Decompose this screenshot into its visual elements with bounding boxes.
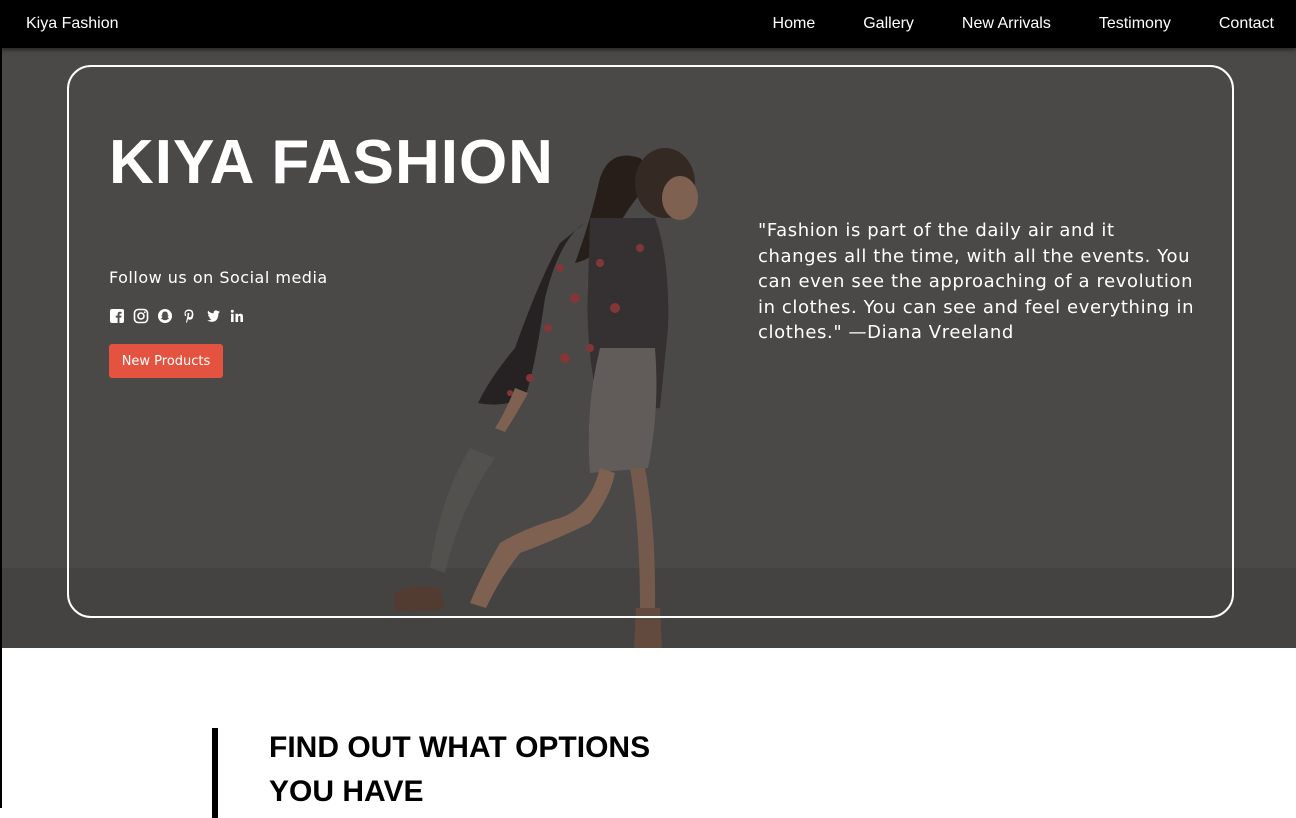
pinterest-icon[interactable]	[181, 308, 197, 324]
nav-link-home[interactable]: Home	[773, 15, 816, 33]
new-products-button[interactable]: New Products	[109, 344, 223, 378]
top-navbar: Kiya Fashion Home Gallery New Arrivals T…	[0, 0, 1296, 48]
options-heading: FIND OUT WHAT OPTIONS YOU HAVE	[269, 731, 651, 808]
nav-link-testimony[interactable]: Testimony	[1099, 15, 1171, 33]
hero-title: KIYA FASHION	[109, 128, 554, 197]
hero-section: KIYA FASHION Follow us on Social media N…	[0, 48, 1296, 648]
brand-link[interactable]: Kiya Fashion	[26, 15, 119, 33]
linkedin-icon[interactable]	[229, 308, 245, 324]
nav-link-new-arrivals[interactable]: New Arrivals	[962, 15, 1051, 33]
instagram-icon[interactable]	[133, 308, 149, 324]
nav-link-contact[interactable]: Contact	[1219, 15, 1274, 33]
fashion-quote: "Fashion is part of the daily air and it…	[758, 220, 1195, 343]
hero-card: KIYA FASHION Follow us on Social media N…	[67, 65, 1234, 618]
window-frame-left	[0, 0, 2, 808]
snapchat-icon[interactable]	[157, 308, 173, 324]
heading-accent-bar	[212, 728, 218, 818]
social-icons-row	[109, 308, 245, 324]
follow-us-label: Follow us on Social media	[109, 268, 328, 287]
facebook-icon[interactable]	[109, 308, 125, 324]
nav-links: Home Gallery New Arrivals Testimony Cont…	[773, 15, 1274, 33]
nav-link-gallery[interactable]: Gallery	[863, 15, 914, 33]
twitter-icon[interactable]	[205, 308, 221, 324]
window-frame-top	[0, 0, 1296, 2]
options-section: FIND OUT WHAT OPTIONS YOU HAVE	[0, 648, 1296, 818]
